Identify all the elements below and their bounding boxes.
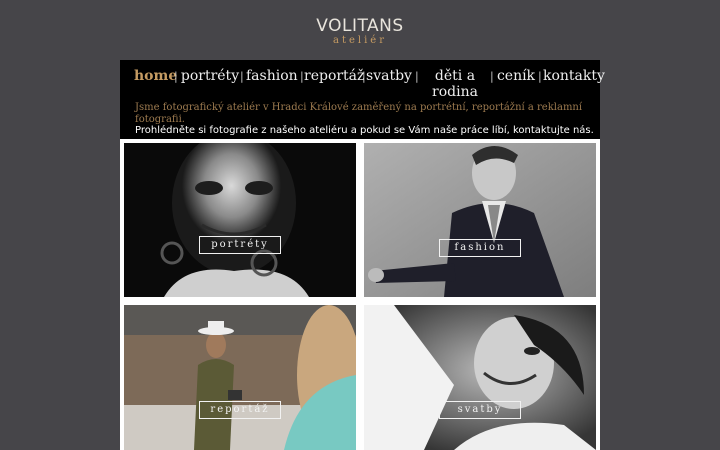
wedding-photo [364,305,596,450]
fashion-photo [364,143,596,297]
gallery-tile-fashion[interactable]: fashion [364,143,596,297]
nav-item-reportaz[interactable]: reportáž [304,68,364,84]
nav-separator: | [415,70,419,83]
portrait-photo [124,143,356,297]
gallery-tile-portrety[interactable]: portréty [124,143,356,297]
nav-item-home[interactable]: home [134,68,177,84]
nav-item-deti-a-rodina[interactable]: děti a rodina [430,68,480,100]
intro-call-to-action: Prohlédněte si fotografie z našeho ateli… [135,125,594,136]
nav-item-cenik[interactable]: ceník [496,68,536,84]
intro-text: Jsme fotografický ateliér v Hradci Králo… [135,102,583,125]
nav-separator: | [240,70,244,83]
nav-item-svatby[interactable]: svatby [366,68,412,84]
nav-separator: | [538,70,542,83]
logo-subtitle: ateliér [333,35,387,46]
nav-item-fashion[interactable]: fashion [246,68,298,84]
tile-label-svatby: svatby [439,401,521,419]
tile-label-reportaz: reportáž [199,401,281,419]
nav-item-kontakty[interactable]: kontakty [543,68,605,84]
tile-label-fashion: fashion [439,239,521,257]
nav-separator: | [490,70,494,83]
gallery-tile-svatby[interactable]: svatby [364,305,596,450]
reportage-photo [124,305,356,450]
main-nav: home | portréty | fashion | reportáž | s… [120,60,605,102]
nav-separator: | [174,70,178,83]
site-logo[interactable]: VOLITANS ateliér [0,16,720,46]
nav-item-portrety[interactable]: portréty [180,68,240,84]
logo-wordmark: VOLITANS [316,16,404,36]
gallery-tile-reportaz[interactable]: reportáž [124,305,356,450]
tile-label-portrety: portréty [199,236,281,254]
